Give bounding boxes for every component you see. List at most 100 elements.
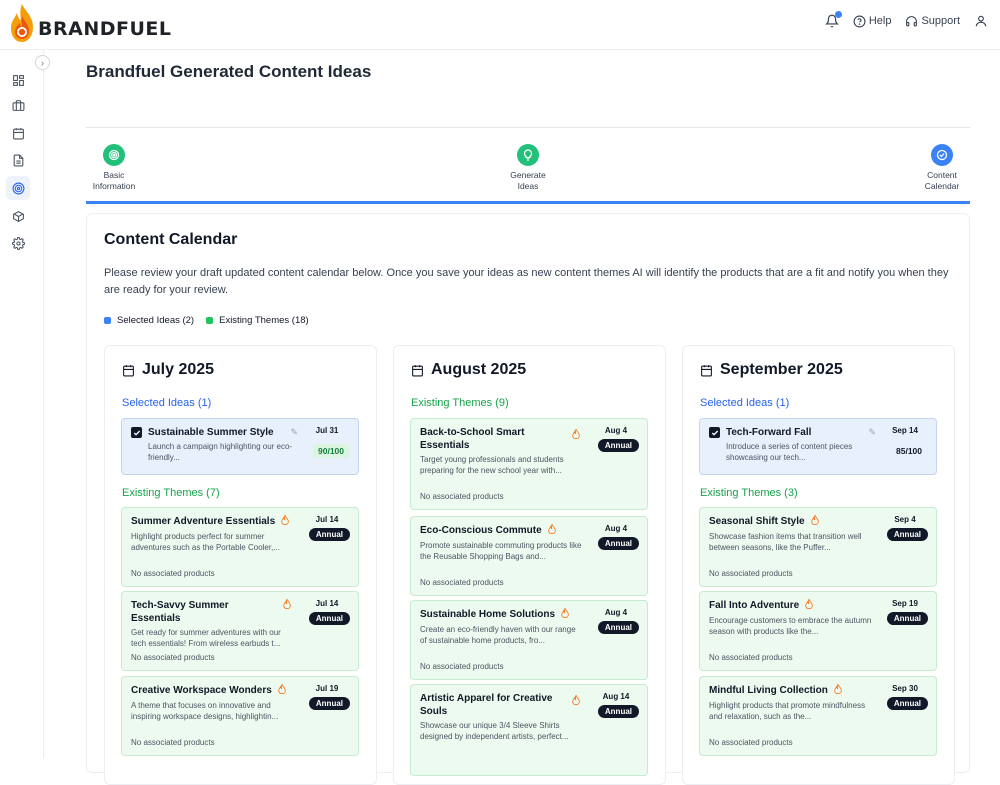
theme-card[interactable]: Artistic Apparel for Creative Souls Show… bbox=[410, 684, 648, 776]
annual-badge: Annual bbox=[308, 528, 350, 541]
divider bbox=[86, 127, 970, 128]
check-circle-icon bbox=[936, 149, 948, 161]
step-label: Content bbox=[927, 170, 957, 180]
help-label: Help bbox=[868, 15, 892, 27]
annual-badge: Annual bbox=[886, 612, 928, 625]
sidebar-item-documents[interactable] bbox=[6, 148, 30, 172]
theme-title: Sustainable Home Solutions bbox=[420, 609, 556, 620]
legend-label: Existing Themes (18) bbox=[219, 315, 309, 326]
content-calendar-card: Content Calendar Please review your draf… bbox=[86, 213, 970, 785]
check-icon bbox=[133, 430, 140, 436]
selected-ideas-header: Selected Ideas (1) bbox=[122, 397, 212, 409]
flame-icon bbox=[810, 514, 819, 529]
theme-card[interactable]: Eco-Conscious Commute Promote sustainabl… bbox=[410, 516, 648, 596]
theme-title-row: Tech-Savvy Summer Essentials bbox=[131, 598, 291, 625]
step-basic-information[interactable]: Basic Information bbox=[86, 144, 142, 191]
lightbulb-icon bbox=[523, 149, 533, 161]
briefcase-icon bbox=[12, 99, 24, 111]
sidebar-collapse-button[interactable]: › bbox=[35, 55, 50, 70]
theme-description: A theme that focuses on innovative and i… bbox=[131, 701, 279, 721]
theme-card[interactable]: Mindful Living Collection Highlight prod… bbox=[699, 676, 937, 756]
legend-selected: Selected Ideas (2) bbox=[104, 315, 194, 326]
theme-card[interactable]: Fall Into Adventure Encourage customers … bbox=[699, 591, 937, 671]
user-icon bbox=[975, 15, 987, 27]
month-header: July 2025 bbox=[122, 361, 214, 379]
theme-card[interactable]: Summer Adventure Essentials Highlight pr… bbox=[121, 507, 359, 587]
theme-products: No associated products bbox=[131, 653, 215, 662]
theme-card[interactable]: Back-to-School Smart Essentials Target y… bbox=[410, 418, 648, 510]
legend-swatch bbox=[104, 317, 111, 324]
existing-themes-header: Existing Themes (3) bbox=[700, 487, 798, 499]
theme-title: Tech-Savvy Summer Essentials bbox=[131, 600, 229, 624]
idea-score: 90/100 bbox=[313, 444, 349, 458]
sidebar-item-dashboard[interactable] bbox=[6, 68, 30, 92]
flame-icon bbox=[281, 514, 289, 529]
theme-date: Sep 4 bbox=[894, 515, 916, 524]
theme-date: Aug 14 bbox=[602, 692, 630, 701]
pencil-icon[interactable]: ✎ bbox=[868, 427, 876, 438]
theme-card[interactable]: Sustainable Home Solutions Create an eco… bbox=[410, 600, 648, 680]
step-generate-ideas[interactable]: Generate Ideas bbox=[500, 144, 556, 191]
idea-title-row: Tech-Forward Fall bbox=[709, 426, 869, 439]
theme-card[interactable]: Tech-Savvy Summer Essentials Get ready f… bbox=[121, 591, 359, 671]
sidebar-item-briefcase[interactable] bbox=[6, 93, 30, 117]
theme-description: Promote sustainable commuting products l… bbox=[420, 541, 582, 561]
idea-date: Jul 31 bbox=[315, 426, 339, 435]
month-column-august: August 2025 Existing Themes (9) Back-to-… bbox=[393, 345, 666, 785]
idea-checkbox[interactable] bbox=[131, 427, 142, 438]
card-description: Please review your draft updated content… bbox=[104, 267, 949, 296]
theme-products: No associated products bbox=[420, 492, 504, 501]
calendar-icon bbox=[123, 364, 134, 376]
notifications-button[interactable] bbox=[824, 11, 842, 28]
legend-label: Selected Ideas (2) bbox=[117, 315, 195, 326]
sidebar-item-products[interactable] bbox=[6, 204, 30, 228]
sidebar-item-settings[interactable] bbox=[6, 231, 30, 255]
step-content-calendar[interactable]: Content Calendar bbox=[914, 144, 970, 191]
flame-icon bbox=[561, 607, 569, 622]
selected-idea-card[interactable]: Tech-Forward Fall Introduce a series of … bbox=[699, 418, 937, 475]
annual-badge: Annual bbox=[886, 528, 928, 541]
idea-score: 85/100 bbox=[896, 446, 922, 456]
selected-idea-card[interactable]: Sustainable Summer Style Launch a campai… bbox=[121, 418, 359, 475]
top-bar: BRANDFUEL Help Support bbox=[0, 0, 1000, 50]
brand-logo[interactable]: BRANDFUEL bbox=[8, 0, 171, 44]
annual-badge: Annual bbox=[597, 537, 639, 550]
annual-badge: Annual bbox=[886, 697, 928, 710]
support-label: Support bbox=[921, 15, 960, 27]
theme-title-row: Seasonal Shift Style bbox=[709, 514, 869, 529]
theme-title: Back-to-School Smart Essentials bbox=[420, 427, 525, 451]
theme-title-row: Creative Workspace Wonders bbox=[131, 683, 291, 698]
theme-title: Fall Into Adventure bbox=[709, 600, 800, 611]
theme-card[interactable]: Seasonal Shift Style Showcase fashion it… bbox=[699, 507, 937, 587]
idea-checkbox[interactable] bbox=[709, 427, 720, 438]
theme-products: No associated products bbox=[420, 662, 504, 671]
theme-description: Create an eco-friendly haven with our ra… bbox=[420, 625, 576, 645]
theme-products: No associated products bbox=[709, 738, 793, 747]
step-label: Calendar bbox=[924, 180, 960, 191]
theme-description: Showcase fashion items that transition w… bbox=[709, 532, 862, 552]
help-button[interactable]: Help bbox=[853, 15, 892, 28]
month-header: September 2025 bbox=[700, 361, 843, 379]
sidebar-item-calendar[interactable] bbox=[6, 121, 30, 145]
support-button[interactable]: Support bbox=[905, 15, 960, 28]
month-column-september: September 2025 Selected Ideas (1) Tech-F… bbox=[682, 345, 955, 785]
page-title: Brandfuel Generated Content Ideas bbox=[86, 62, 372, 81]
pencil-icon[interactable]: ✎ bbox=[290, 427, 298, 438]
annual-badge: Annual bbox=[597, 705, 639, 718]
idea-title-row: Sustainable Summer Style bbox=[131, 426, 291, 439]
legend: Selected Ideas (2) Existing Themes (18) bbox=[104, 315, 309, 326]
legend-swatch bbox=[206, 317, 214, 324]
user-menu-button[interactable] bbox=[974, 14, 988, 28]
sidebar-item-ideas[interactable] bbox=[6, 176, 30, 200]
flame-icon bbox=[805, 598, 813, 613]
theme-date: Jul 14 bbox=[315, 515, 339, 524]
theme-card[interactable]: Creative Workspace Wonders A theme that … bbox=[121, 676, 359, 756]
annual-badge: Annual bbox=[597, 621, 639, 634]
box-icon bbox=[12, 210, 24, 222]
sidebar bbox=[0, 50, 44, 758]
flame-icon bbox=[572, 694, 580, 709]
progress-bar bbox=[86, 201, 970, 204]
calendar-icon bbox=[701, 364, 712, 376]
step-label: Information bbox=[92, 180, 136, 191]
target-icon bbox=[12, 182, 24, 194]
